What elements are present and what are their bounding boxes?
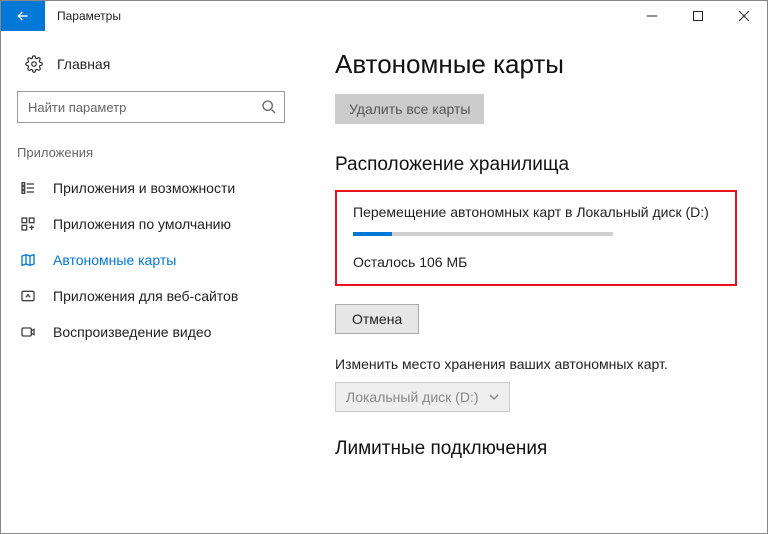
link-icon [19, 288, 37, 304]
change-location-desc: Изменить место хранения ваших автономных… [335, 356, 737, 372]
titlebar: Параметры [1, 1, 767, 31]
nav-item-label: Приложения и возможности [53, 180, 235, 196]
arrow-left-icon [15, 8, 31, 24]
nav-apps-websites[interactable]: Приложения для веб-сайтов [1, 278, 301, 314]
nav-default-apps[interactable]: Приложения по умолчанию [1, 206, 301, 242]
maximize-icon [693, 11, 703, 21]
defaults-icon [19, 216, 37, 232]
remaining-text: Осталось 106 МБ [353, 254, 719, 270]
nav-video-playback[interactable]: Воспроизведение видео [1, 314, 301, 350]
delete-maps-button[interactable]: Удалить все карты [335, 94, 484, 124]
video-icon [19, 324, 37, 340]
chevron-down-icon [489, 392, 499, 402]
cancel-button[interactable]: Отмена [335, 304, 419, 334]
map-icon [19, 252, 37, 268]
dropdown-value: Локальный диск (D:) [346, 389, 479, 405]
progress-fill [353, 232, 392, 236]
close-icon [739, 11, 749, 21]
metered-heading: Лимитные подключения [335, 438, 737, 460]
back-button[interactable] [1, 1, 45, 31]
close-button[interactable] [721, 1, 767, 31]
content-area: Главная Приложения Приложения и возможно… [1, 31, 767, 533]
nav-home-label: Главная [57, 56, 110, 72]
main-panel: Автономные карты Удалить все карты Распо… [301, 31, 767, 533]
nav-item-label: Воспроизведение видео [53, 324, 211, 340]
nav-item-label: Приложения для веб-сайтов [53, 288, 238, 304]
nav-item-label: Автономные карты [53, 252, 176, 268]
page-heading: Автономные карты [335, 49, 737, 80]
maximize-button[interactable] [675, 1, 721, 31]
minimize-button[interactable] [629, 1, 675, 31]
search-input[interactable] [17, 91, 285, 123]
nav-apps-features[interactable]: Приложения и возможности [1, 170, 301, 206]
search-wrap [17, 91, 285, 123]
storage-location-dropdown[interactable]: Локальный диск (D:) [335, 382, 510, 412]
list-icon [19, 180, 37, 196]
moving-text: Перемещение автономных карт в Локальный … [353, 204, 719, 220]
storage-heading: Расположение хранилища [335, 154, 737, 176]
search-icon [261, 99, 277, 115]
highlight-box: Перемещение автономных карт в Локальный … [335, 190, 737, 286]
titlebar-spacer [133, 1, 629, 31]
sidebar-section-label: Приложения [1, 145, 301, 170]
nav-home[interactable]: Главная [1, 53, 301, 91]
nav-item-label: Приложения по умолчанию [53, 216, 231, 232]
window-title: Параметры [45, 1, 133, 31]
nav-offline-maps[interactable]: Автономные карты [1, 242, 301, 278]
minimize-icon [647, 11, 657, 21]
progress-bar [353, 232, 613, 236]
gear-icon [25, 55, 43, 73]
sidebar: Главная Приложения Приложения и возможно… [1, 31, 301, 533]
